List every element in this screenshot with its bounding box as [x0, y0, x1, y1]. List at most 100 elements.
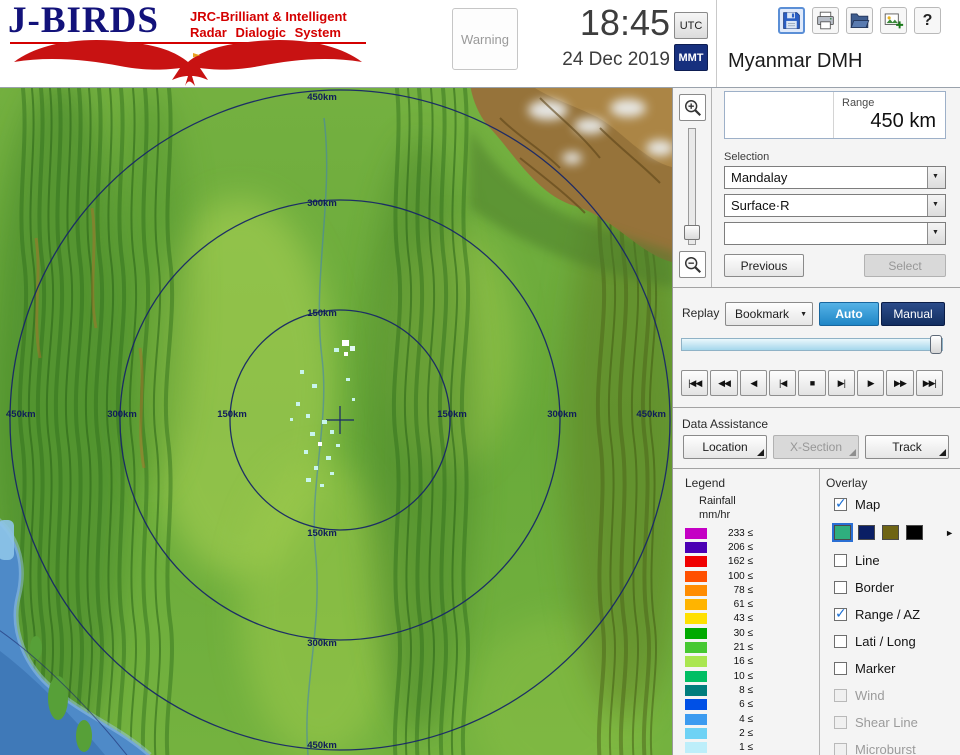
checkbox-lati-long[interactable] — [834, 635, 847, 648]
legend-value: 21 ≤ — [733, 642, 753, 654]
skip-to-end-button[interactable]: ▶▶| — [915, 370, 943, 396]
overlay-item-lati-long: Lati / Long — [834, 628, 956, 655]
zoom-in-icon — [684, 99, 701, 116]
dropdown-arrow-icon[interactable] — [927, 223, 945, 244]
x-section-button[interactable]: X-Section — [773, 435, 859, 459]
step-forward-button[interactable]: ▶| — [827, 370, 855, 396]
range-readout: Range 450 km — [833, 92, 945, 138]
track-button[interactable]: Track — [865, 435, 949, 459]
legend-color-swatch — [685, 642, 707, 654]
checkbox-line[interactable] — [834, 554, 847, 567]
product-dropdown[interactable]: Surface·R — [724, 194, 946, 217]
legend-value: 2 ≤ — [739, 727, 753, 739]
legend-value: 233 ≤ — [728, 527, 753, 539]
legend-value: 10 ≤ — [733, 670, 753, 682]
manual-mode-button[interactable]: Manual — [881, 302, 945, 326]
zoom-slider-thumb[interactable] — [684, 225, 700, 240]
site-dropdown-value: Mandalay — [731, 170, 788, 185]
print-button[interactable] — [812, 7, 839, 34]
checkbox-border[interactable] — [834, 581, 847, 594]
open-file-button[interactable] — [846, 7, 873, 34]
radar-map[interactable]: 450km 300km 150km 150km 300km 450km 450km 300km… — [0, 88, 672, 755]
legend-row: 8 ≤ — [685, 683, 809, 697]
select-button[interactable]: Select — [864, 254, 946, 277]
overlay-label: Border — [855, 580, 895, 595]
folder-icon — [850, 13, 870, 28]
mmt-button[interactable]: MMT — [674, 44, 708, 71]
header-divider — [716, 0, 717, 87]
overlay-label: Microburst — [855, 742, 916, 755]
legend-panel: Legend Rainfall mm/hr 233 ≤ 206 ≤ 162 ≤ 100… — [673, 469, 819, 755]
overlay-item-wind: Wind — [834, 682, 956, 709]
jbirds-app: J-BIRDS JRC-Brilliant & Intelligent Rada… — [0, 0, 960, 755]
auto-mode-button[interactable]: Auto — [819, 302, 879, 326]
legend-row: 162 ≤ — [685, 555, 809, 569]
zoom-slider-track[interactable] — [684, 128, 700, 245]
timezone-toggle: UTC MMT — [674, 12, 708, 76]
play-button[interactable]: ▶ — [856, 370, 885, 396]
zoom-in-button[interactable] — [679, 94, 706, 121]
overlay-label: Lati / Long — [855, 634, 916, 649]
legend-row: 206 ≤ — [685, 540, 809, 554]
legend-title: Legend — [685, 476, 726, 490]
skip-to-start-button[interactable]: |◀◀ — [681, 370, 709, 396]
clock: 18:45 24 Dec 2019 — [520, 1, 670, 72]
overlay-item-map: Map — [834, 491, 956, 518]
overlay-item-shear-line: Shear Line — [834, 709, 956, 736]
replay-section: Replay Bookmark Auto Manual |◀◀◀◀◀|◀■▶|▶… — [673, 287, 960, 407]
range-ring-label: 450km — [6, 409, 36, 420]
legend-row: 78 ≤ — [685, 583, 809, 597]
fast-forward-button[interactable]: ▶▶ — [886, 370, 914, 396]
previous-button[interactable]: Previous — [724, 254, 804, 277]
radar-map-canvas: 450km 300km 150km 150km 300km 450km 450km 300km… — [0, 88, 672, 755]
checkbox-range-az[interactable] — [834, 605, 847, 622]
legend-value: 100 ≤ — [728, 570, 753, 582]
replay-slider-thumb[interactable] — [930, 335, 942, 354]
bookmark-button[interactable]: Bookmark — [725, 302, 813, 326]
legend-row: 233 ≤ — [685, 526, 809, 540]
reverse-play-button[interactable]: ◀ — [739, 370, 767, 396]
overlay-title: Overlay — [826, 476, 868, 490]
help-button[interactable]: ? — [914, 7, 941, 34]
dropdown-arrow-icon[interactable] — [927, 167, 945, 188]
checkbox-marker[interactable] — [834, 662, 847, 675]
location-button[interactable]: Location — [683, 435, 767, 459]
overlay-label: Line — [855, 553, 880, 568]
range-ring-label: 300km — [307, 198, 337, 209]
overlay-item-marker: Marker — [834, 655, 956, 682]
overlay-label: Range / AZ — [855, 607, 921, 622]
export-image-button[interactable] — [880, 7, 907, 34]
overlay-panel: Overlay Map ► Line Border Range / AZ Lati / L… — [819, 469, 960, 755]
legend-color-swatch — [685, 599, 707, 611]
dropdown-arrow-icon[interactable] — [927, 195, 945, 216]
legend-color-swatch — [685, 699, 707, 711]
map-color-swatch[interactable] — [882, 525, 899, 540]
overlay-item-line: Line — [834, 547, 956, 574]
extra-dropdown[interactable] — [724, 222, 946, 245]
map-color-swatches: ► — [832, 518, 956, 547]
legend-row: 6 ≤ — [685, 698, 809, 712]
step-back-button[interactable]: |◀ — [768, 370, 797, 396]
save-button[interactable] — [778, 7, 805, 34]
zoom-out-button[interactable] — [679, 251, 706, 278]
range-value: 450 km — [870, 110, 936, 132]
stop-button[interactable]: ■ — [798, 370, 826, 396]
legend-row: 1 ≤ — [685, 740, 809, 754]
map-color-swatch[interactable] — [858, 525, 875, 540]
fast-rewind-button[interactable]: ◀◀ — [710, 370, 738, 396]
range-display: Range 450 km — [724, 91, 946, 139]
replay-timeline-slider[interactable] — [681, 335, 943, 354]
legend-row: 43 ≤ — [685, 612, 809, 626]
legend-value: 1 ≤ — [739, 742, 753, 754]
warning-button[interactable]: Warning — [452, 8, 518, 70]
jbirds-logo: J-BIRDS JRC-Brilliant & Intelligent Rada… — [8, 2, 376, 86]
site-dropdown[interactable]: Mandalay — [724, 166, 946, 189]
map-color-swatch[interactable] — [832, 523, 853, 542]
checkbox-map[interactable] — [834, 495, 847, 512]
map-color-swatch[interactable] — [906, 525, 923, 540]
map-colors-more-arrow[interactable]: ► — [945, 528, 954, 538]
range-ring-label: 450km — [307, 92, 337, 103]
legend-color-swatch — [685, 656, 707, 668]
selection-label: Selection — [724, 151, 770, 163]
utc-button[interactable]: UTC — [674, 12, 708, 39]
